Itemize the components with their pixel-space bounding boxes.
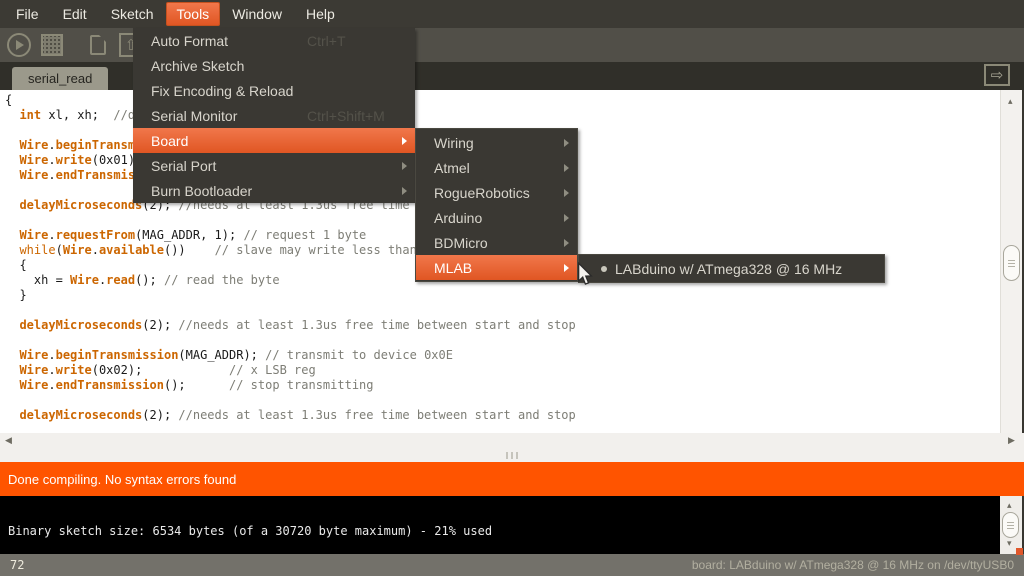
menu-item-label: Board — [151, 133, 188, 149]
board-submenu: Wiring Atmel RogueRobotics Arduino BDMic… — [415, 128, 578, 282]
menu-item-label: Archive Sketch — [151, 58, 244, 74]
menu-item-label: Wiring — [434, 135, 474, 151]
scroll-left-icon[interactable]: ◀ — [5, 437, 12, 446]
board-item-roguerobotics[interactable]: RogueRobotics — [416, 180, 577, 205]
tools-dropdown-menu: Auto Format Ctrl+T Archive Sketch Fix En… — [133, 28, 415, 203]
menu-shortcut: Ctrl+Shift+M — [307, 108, 385, 124]
menu-item-label: MLAB — [434, 260, 472, 276]
scroll-up-icon[interactable]: ▴ — [1008, 98, 1013, 107]
new-sketch-button[interactable] — [85, 32, 111, 58]
compile-status-bar: Done compiling. No syntax errors found — [0, 462, 1024, 496]
scrollbar-grip-icon — [1007, 525, 1014, 526]
menu-item-board[interactable]: Board — [133, 128, 415, 153]
verify-button[interactable] — [6, 32, 32, 58]
menu-edit[interactable]: Edit — [51, 0, 99, 28]
menu-sketch[interactable]: Sketch — [99, 0, 166, 28]
tab-serial-read[interactable]: serial_read — [12, 67, 108, 90]
menu-bar: File Edit Sketch Tools Window Help — [0, 0, 1024, 28]
tab-menu-button[interactable]: ⇨ — [984, 64, 1010, 86]
console-splitter-handle[interactable] — [506, 452, 518, 459]
submenu-arrow-icon — [402, 162, 407, 170]
console-scroll-down-icon[interactable]: ▾ — [1007, 540, 1012, 549]
menu-tools[interactable]: Tools — [166, 2, 221, 26]
menu-file[interactable]: File — [4, 0, 51, 28]
mlab-submenu: LABduino w/ ATmega328 @ 16 MHz — [578, 254, 885, 283]
menu-item-burn-bootloader[interactable]: Burn Bootloader — [133, 178, 415, 203]
submenu-arrow-icon — [402, 187, 407, 195]
submenu-arrow-icon — [564, 264, 569, 272]
line-number: 72 — [10, 558, 24, 572]
menu-item-label: Serial Port — [151, 158, 216, 174]
submenu-arrow-icon — [402, 137, 407, 145]
menu-item-label: Auto Format — [151, 33, 228, 49]
menu-item-label: Atmel — [434, 160, 470, 176]
submenu-arrow-icon — [564, 189, 569, 197]
menu-item-auto-format[interactable]: Auto Format Ctrl+T — [133, 28, 415, 53]
board-item-labduino[interactable]: LABduino w/ ATmega328 @ 16 MHz — [579, 255, 884, 282]
scrollbar-grip-icon — [1008, 263, 1015, 264]
corner-accent — [1016, 548, 1023, 555]
compile-status-message: Done compiling. No syntax errors found — [8, 472, 236, 487]
menu-help[interactable]: Help — [294, 0, 347, 28]
stop-button[interactable] — [39, 32, 65, 58]
tab-menu-arrow-icon: ⇨ — [991, 66, 1004, 84]
submenu-arrow-icon — [564, 214, 569, 222]
menu-item-label: Fix Encoding & Reload — [151, 83, 293, 99]
submenu-arrow-icon — [564, 139, 569, 147]
console-scroll-up-icon[interactable]: ▴ — [1007, 502, 1012, 511]
menu-item-label: Arduino — [434, 210, 482, 226]
board-item-bdmicro[interactable]: BDMicro — [416, 230, 577, 255]
board-item-mlab[interactable]: MLAB — [416, 255, 577, 280]
stop-icon — [41, 34, 63, 56]
menu-item-label: RogueRobotics — [434, 185, 530, 201]
menu-item-fix-encoding[interactable]: Fix Encoding & Reload — [133, 78, 415, 103]
board-item-arduino[interactable]: Arduino — [416, 205, 577, 230]
console-message: Binary sketch size: 6534 bytes (of a 307… — [8, 524, 492, 538]
menu-item-label: BDMicro — [434, 235, 488, 251]
menu-item-archive-sketch[interactable]: Archive Sketch — [133, 53, 415, 78]
verify-play-icon — [7, 33, 31, 57]
menu-item-serial-port[interactable]: Serial Port — [133, 153, 415, 178]
board-info: board: LABduino w/ ATmega328 @ 16 MHz on… — [692, 558, 1014, 572]
menu-window[interactable]: Window — [220, 0, 294, 28]
menu-shortcut: Ctrl+T — [307, 33, 346, 49]
new-file-icon — [90, 35, 106, 55]
console-vertical-scrollbar[interactable]: ▴ ▾ — [1000, 496, 1024, 554]
selected-board-radio-icon — [601, 266, 607, 272]
mouse-cursor-icon — [576, 262, 594, 286]
menu-item-label: Serial Monitor — [151, 108, 237, 124]
editor-horizontal-scrollbar[interactable]: ◀ ▶ — [0, 433, 1024, 462]
submenu-arrow-icon — [564, 164, 569, 172]
board-item-wiring[interactable]: Wiring — [416, 130, 577, 155]
scroll-right-icon[interactable]: ▶ — [1008, 437, 1015, 446]
menu-item-label: Burn Bootloader — [151, 183, 252, 199]
editor-vertical-scrollbar[interactable]: ▴ — [1000, 90, 1024, 433]
menu-item-label: LABduino w/ ATmega328 @ 16 MHz — [615, 261, 842, 277]
console-scrollbar-thumb[interactable] — [1002, 512, 1019, 538]
menu-item-serial-monitor[interactable]: Serial Monitor Ctrl+Shift+M — [133, 103, 415, 128]
submenu-arrow-icon — [564, 239, 569, 247]
console-output: Binary sketch size: 6534 bytes (of a 307… — [0, 496, 1000, 554]
editor-scrollbar-thumb[interactable] — [1003, 245, 1020, 281]
board-item-atmel[interactable]: Atmel — [416, 155, 577, 180]
status-footer: 72 board: LABduino w/ ATmega328 @ 16 MHz… — [0, 554, 1024, 576]
